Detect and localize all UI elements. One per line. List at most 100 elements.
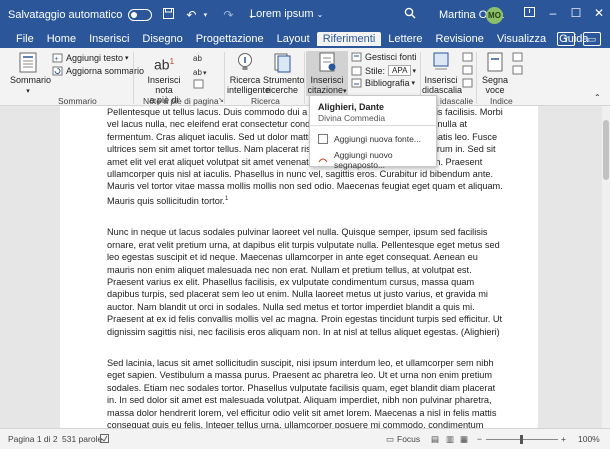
insert-caption-button[interactable]: Inserisci didascalia (422, 51, 462, 95)
svg-text:+: + (55, 56, 59, 63)
focus-icon[interactable]: ▭ (386, 434, 394, 445)
tab-layout[interactable]: Layout (271, 32, 316, 48)
paragraph[interactable]: Pellentesque ut tellus lacus. Duis commo… (107, 106, 507, 207)
divider (476, 52, 477, 104)
sommario-button[interactable]: Sommario ▾ (10, 51, 51, 97)
bibliography-button[interactable]: Bibliografia ▾ (351, 78, 415, 88)
document-body[interactable]: Pellentesque ut tellus lacus. Duis commo… (107, 106, 507, 428)
tab-progettazione[interactable]: Progettazione (190, 32, 270, 48)
proofing-icon[interactable] (100, 434, 111, 445)
citation-icon (315, 51, 339, 73)
tab-inserisci[interactable]: Inserisci (83, 32, 135, 48)
next-footnote-icon[interactable]: ab ▾ (193, 66, 207, 77)
tab-lettere[interactable]: Lettere (382, 32, 428, 48)
source-subtitle[interactable]: Divina Commedia (318, 113, 385, 123)
autosave-label: Salvataggio automatico (8, 9, 123, 21)
manage-sources-button[interactable]: Gestisci fonti (351, 52, 417, 62)
tab-home[interactable]: Home (41, 32, 82, 48)
caption-icon (429, 51, 453, 73)
update-table-icon[interactable] (462, 65, 473, 75)
zoom-level[interactable]: 100% (578, 434, 600, 444)
toc-icon (16, 51, 40, 73)
document-title[interactable]: Lorem ipsum ⌄ (250, 8, 323, 20)
chevron-down-icon: ▾ (26, 88, 30, 95)
ribbon-display-icon[interactable] (519, 6, 539, 20)
cross-reference-icon[interactable] (462, 78, 473, 88)
update-index-icon[interactable] (512, 65, 523, 75)
word-window: Salvataggio automatico ↶ ▾ ↷ ⌄ Lorem ips… (0, 0, 610, 449)
divider (310, 125, 436, 126)
style-value[interactable]: APA (388, 65, 412, 76)
ribbon: Sommario ▾ + Aggiungi testo ▾ Aggiorna som… (0, 48, 610, 115)
group-ricerca-label: Ricerca (251, 96, 280, 106)
footnote-icon: ab1 (153, 56, 175, 73)
divider (133, 52, 134, 104)
researcher-button[interactable]: Strumento ricerche (263, 51, 305, 95)
citation-style-select[interactable]: Stile: APA ▾ (351, 65, 416, 76)
web-layout-icon[interactable]: ▦ (460, 434, 468, 445)
redo-icon[interactable]: ↷ (221, 8, 235, 22)
style-icon (351, 66, 362, 76)
svg-text:ab: ab (193, 68, 202, 77)
group-didascalie-label: idascalie (440, 96, 474, 106)
save-icon[interactable] (161, 8, 175, 22)
svg-text:▾: ▾ (203, 70, 207, 77)
undo-dropdown-icon[interactable]: ▾ (198, 11, 212, 19)
document-area[interactable]: Pellentesque ut tellus lacus. Duis commo… (0, 106, 602, 428)
autosave-toggle[interactable] (128, 9, 153, 21)
paragraph[interactable]: Sed lacinia, lacus sit amet sollicitudin… (107, 357, 507, 428)
tab-file[interactable]: File (10, 32, 40, 48)
search-icon[interactable] (404, 7, 416, 22)
zoom-slider-thumb[interactable] (520, 435, 523, 444)
document-page[interactable]: Pellentesque ut tellus lacus. Duis commo… (60, 106, 538, 428)
researcher-icon (270, 51, 294, 73)
insert-index-icon[interactable] (512, 52, 523, 62)
insert-table-of-figures-icon[interactable] (462, 52, 473, 62)
add-source-icon (318, 134, 328, 144)
mark-entry-button[interactable]: Segna voce (479, 51, 511, 95)
paragraph[interactable]: Nunc in neque ut lacus sodales pulvinar … (107, 226, 507, 338)
show-notes-icon[interactable] (193, 79, 205, 89)
notes-launcher-icon[interactable]: ↘ (218, 96, 224, 104)
scrollbar-thumb[interactable] (603, 120, 609, 180)
smart-lookup-button[interactable]: Ricerca intelligente (227, 51, 270, 95)
citation-dropdown: Alighieri, Dante Divina Commedia Aggiung… (309, 95, 437, 170)
insert-citation-button[interactable]: Inserisci citazione▾ (306, 51, 348, 96)
read-mode-icon[interactable]: ▤ (431, 434, 439, 445)
add-placeholder-item[interactable]: Aggiungi nuovo segnaposto... (318, 150, 436, 170)
maximize-icon[interactable]: ☐ (566, 6, 586, 20)
close-icon[interactable]: ✕ (589, 6, 609, 20)
mark-entry-icon (483, 51, 507, 73)
ribbon-tabs: File Home Inserisci Disegno Progettazion… (0, 30, 610, 48)
comments-icon[interactable]: ▭ (583, 32, 601, 46)
add-source-item[interactable]: Aggiungi nuova fonte... (318, 134, 421, 144)
tab-revisione[interactable]: Revisione (430, 32, 490, 48)
title-bar: Salvataggio automatico ↶ ▾ ↷ ⌄ Lorem ips… (0, 0, 610, 30)
tab-disegno[interactable]: Disegno (136, 32, 188, 48)
share-icon[interactable]: ⇪ (557, 32, 575, 46)
zoom-out-icon[interactable]: − (477, 434, 482, 444)
minimize-icon[interactable]: – (543, 6, 563, 20)
svg-text:ab: ab (193, 54, 202, 63)
source-title[interactable]: Alighieri, Dante (318, 102, 384, 112)
print-layout-icon[interactable]: ▥ (446, 434, 454, 445)
vertical-scrollbar[interactable] (602, 106, 610, 428)
update-toc-button[interactable]: Aggiorna sommario (52, 66, 144, 76)
avatar[interactable]: MO (486, 7, 503, 24)
collapse-ribbon-icon[interactable]: ⌃ (594, 93, 601, 102)
tab-visualizza[interactable]: Visualizza (491, 32, 552, 48)
word-count[interactable]: 531 parole (62, 434, 102, 444)
undo-icon[interactable]: ↶ (184, 8, 198, 22)
add-text-button[interactable]: + Aggiungi testo ▾ (52, 53, 129, 63)
manage-sources-icon (351, 52, 362, 62)
focus-label[interactable]: Focus (397, 434, 420, 444)
placeholder-icon (318, 155, 328, 165)
tab-riferimenti[interactable]: Riferimenti (316, 32, 382, 48)
group-notes-label: Note a piè di pagina (143, 96, 219, 106)
bibliography-icon (351, 78, 362, 88)
zoom-in-icon[interactable]: + (561, 434, 566, 444)
group-indice-label: Indice (490, 96, 513, 106)
page-count[interactable]: Pagina 1 di 2 (8, 434, 58, 444)
status-bar: Pagina 1 di 2 531 parole ▭ Focus ▤ ▥ ▦ −… (0, 428, 610, 449)
insert-endnote-icon[interactable]: ab (193, 52, 205, 63)
